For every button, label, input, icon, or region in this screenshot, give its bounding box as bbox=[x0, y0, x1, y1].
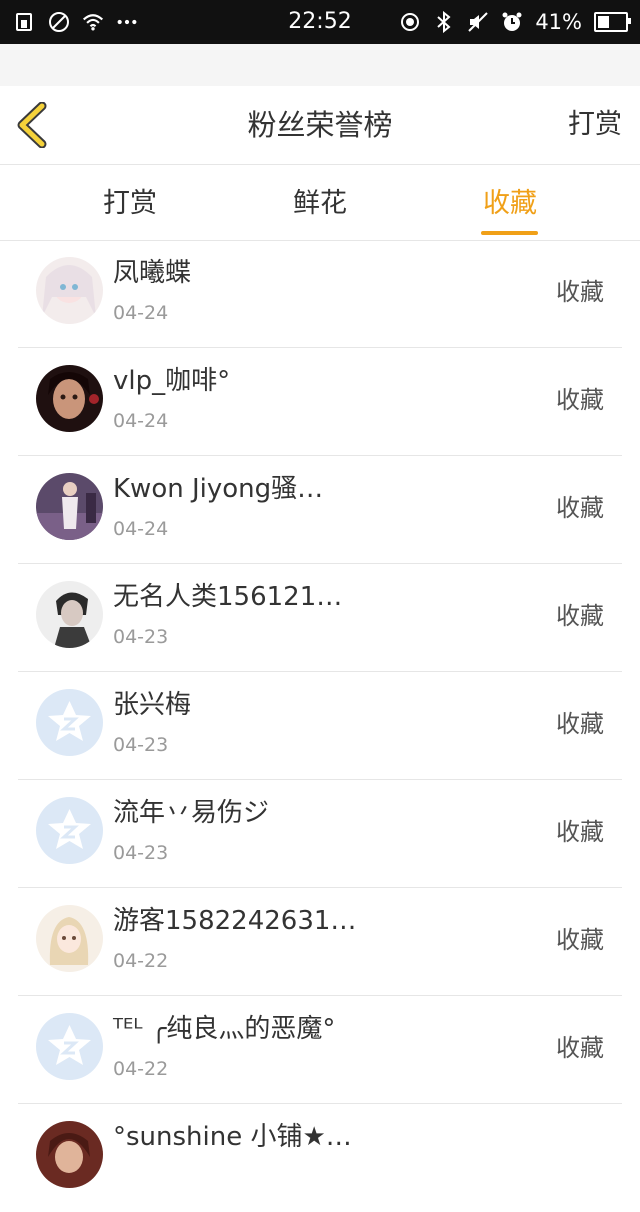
tab-favorites[interactable]: 收藏 bbox=[450, 165, 570, 240]
list-item[interactable]: °sunshine 小铺★… bbox=[0, 1104, 640, 1212]
list-item[interactable]: 游客1582242631… 04-22 收藏 bbox=[0, 888, 640, 996]
list-item-action: 收藏 bbox=[556, 386, 604, 414]
list-item-action: 收藏 bbox=[556, 710, 604, 738]
list-item[interactable]: ᵀᴱᴸ ╭纯良灬的恶魔° 04-22 收藏 bbox=[0, 996, 640, 1104]
list-item-action: 收藏 bbox=[556, 818, 604, 846]
list-item-name: 无名人类156121… bbox=[113, 582, 343, 612]
mute-icon bbox=[467, 11, 489, 33]
status-bar: 22:52 41% bbox=[0, 0, 640, 44]
list-item-date: 04-22 bbox=[113, 950, 169, 972]
default-avatar-icon bbox=[36, 689, 103, 756]
list-item-date: 04-24 bbox=[113, 518, 169, 540]
list-item-date: 04-24 bbox=[113, 302, 169, 324]
list-item-name: °sunshine 小铺★… bbox=[113, 1122, 352, 1152]
tab-flowers[interactable]: 鲜花 bbox=[260, 165, 380, 240]
list-item-action: 收藏 bbox=[556, 1034, 604, 1062]
alarm-icon bbox=[501, 11, 523, 33]
list-item[interactable]: 张兴梅 04-23 收藏 bbox=[0, 672, 640, 780]
list-item[interactable]: 无名人类156121… 04-23 收藏 bbox=[0, 564, 640, 672]
header-spacer bbox=[0, 44, 640, 86]
list-item-date: 04-23 bbox=[113, 626, 169, 648]
avatar bbox=[36, 905, 103, 972]
page-title: 粉丝荣誉榜 bbox=[247, 108, 393, 142]
list-item-name: 流年丷易伤ジ bbox=[113, 798, 270, 828]
list-item-action: 收藏 bbox=[556, 926, 604, 954]
title-bar: 粉丝荣誉榜 打赏 bbox=[0, 86, 640, 165]
list-item-date: 04-23 bbox=[113, 734, 169, 756]
tab-reward[interactable]: 打赏 bbox=[70, 165, 190, 240]
avatar bbox=[36, 1121, 103, 1188]
list-item[interactable]: Kwon Jiyong骚… 04-24 收藏 bbox=[0, 456, 640, 564]
avatar bbox=[36, 365, 103, 432]
fan-list: 凤曦蝶 04-24 收藏 vlp_咖啡° 04-24 收藏 Kwon Jiyon… bbox=[0, 240, 640, 1212]
list-item-date: 04-23 bbox=[113, 842, 169, 864]
bluetooth-icon bbox=[433, 11, 455, 33]
list-item[interactable]: 流年丷易伤ジ 04-23 收藏 bbox=[0, 780, 640, 888]
default-avatar-icon bbox=[36, 1013, 103, 1080]
list-item-name: 张兴梅 bbox=[113, 690, 192, 720]
list-item-action: 收藏 bbox=[556, 602, 604, 630]
list-item-name: vlp_咖啡° bbox=[113, 366, 231, 396]
avatar bbox=[36, 473, 103, 540]
location-icon bbox=[399, 11, 421, 33]
battery-percent: 41% bbox=[535, 10, 582, 34]
list-item-name: ᵀᴱᴸ ╭纯良灬的恶魔° bbox=[113, 1014, 336, 1044]
list-item[interactable]: vlp_咖啡° 04-24 收藏 bbox=[0, 348, 640, 456]
list-item-name: Kwon Jiyong骚… bbox=[113, 474, 324, 504]
battery-level bbox=[598, 16, 609, 28]
reward-button[interactable]: 打赏 bbox=[568, 86, 622, 164]
list-item[interactable]: 凤曦蝶 04-24 收藏 bbox=[0, 240, 640, 348]
default-avatar-icon bbox=[36, 797, 103, 864]
avatar bbox=[36, 257, 103, 324]
list-item-action: 收藏 bbox=[556, 278, 604, 306]
active-tab-indicator bbox=[481, 231, 538, 235]
battery-icon bbox=[594, 12, 631, 32]
list-item-action: 收藏 bbox=[556, 494, 604, 522]
list-item-name: 游客1582242631… bbox=[113, 906, 357, 936]
list-item-name: 凤曦蝶 bbox=[113, 258, 192, 288]
tab-bar: 打赏 鲜花 收藏 bbox=[0, 165, 640, 241]
avatar bbox=[36, 581, 103, 648]
list-item-date: 04-24 bbox=[113, 410, 169, 432]
list-item-date: 04-22 bbox=[113, 1058, 169, 1080]
status-right-icons: 41% bbox=[399, 0, 631, 44]
